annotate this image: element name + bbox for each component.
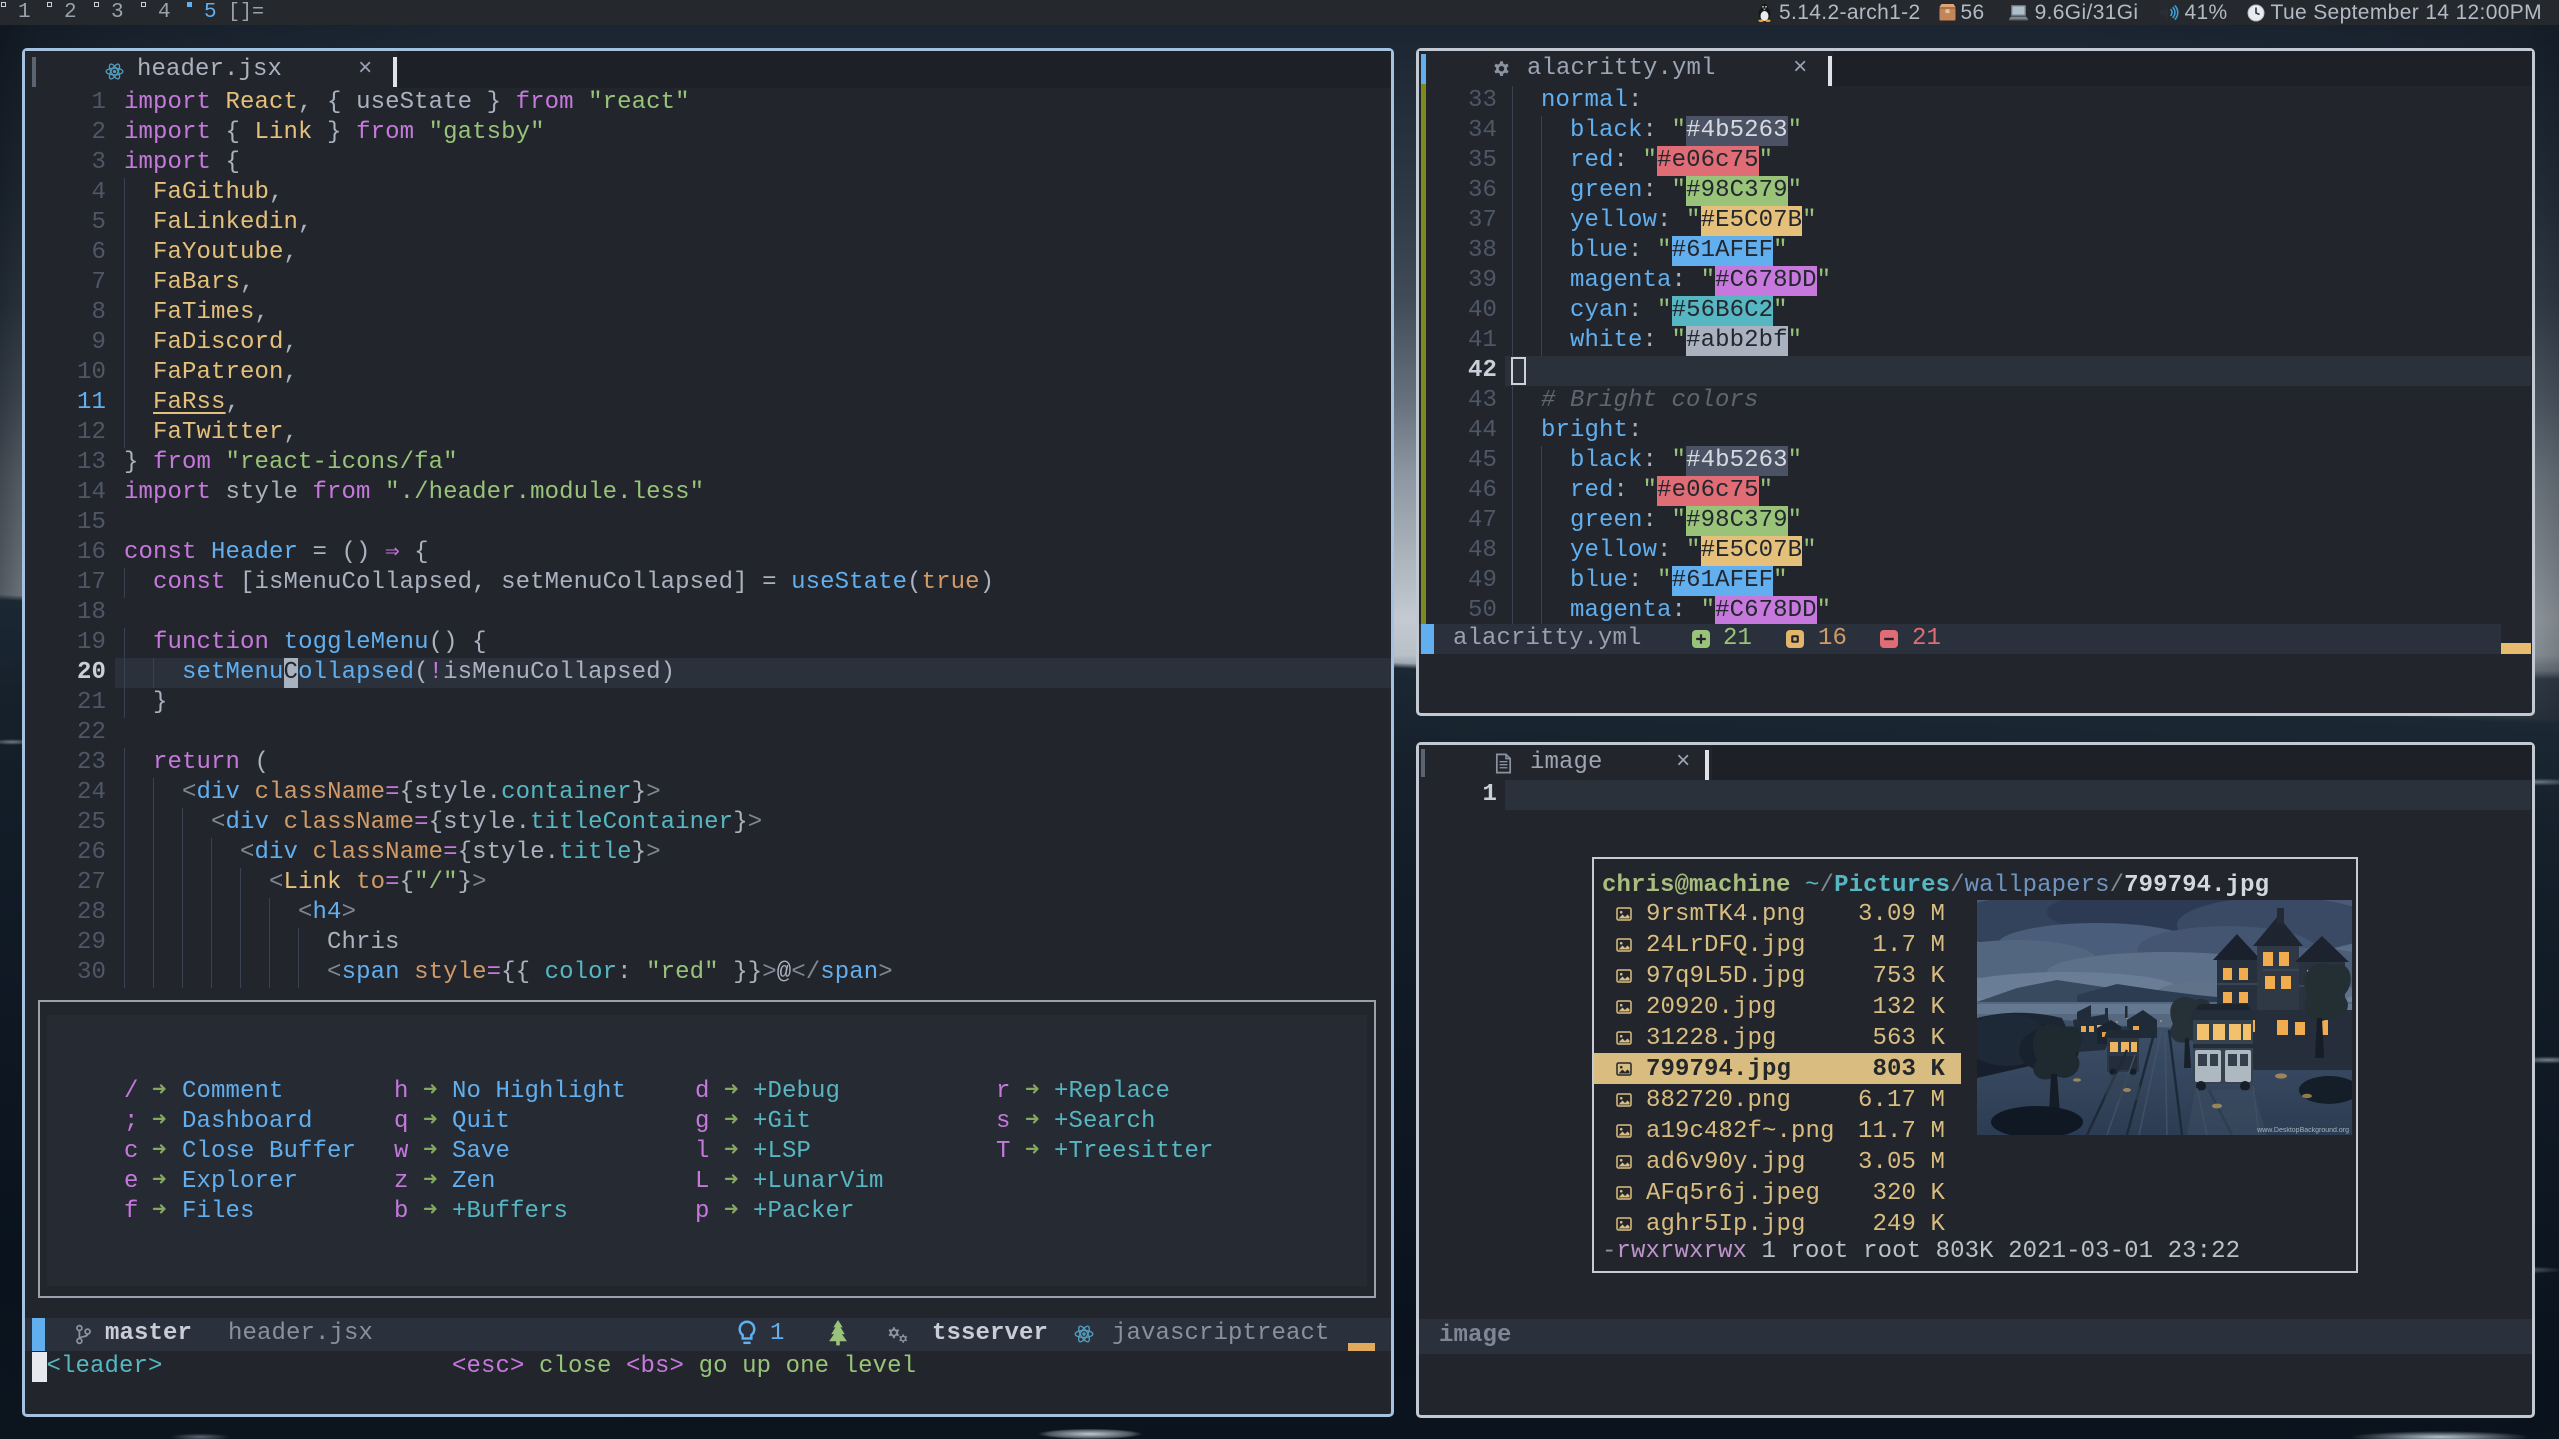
svg-text:www.DesktopBackground.org: www.DesktopBackground.org (2256, 1127, 2349, 1134)
